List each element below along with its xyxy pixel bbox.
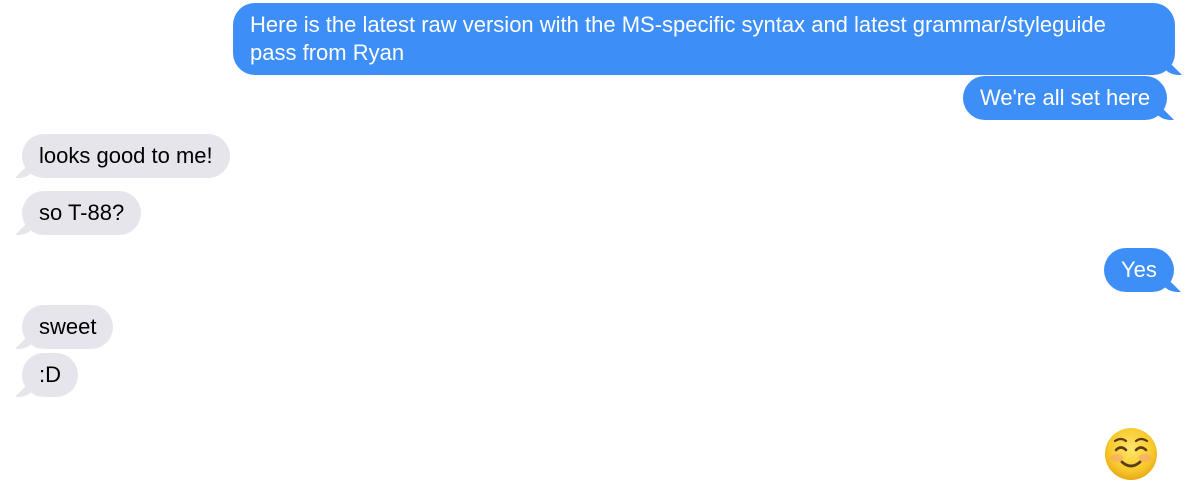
- message-text: Here is the latest raw version with the …: [250, 12, 1106, 65]
- message-thread: Here is the latest raw version with the …: [0, 0, 1200, 494]
- received-message-bubble[interactable]: sweet: [22, 305, 114, 349]
- smiling-face-icon[interactable]: [1104, 427, 1158, 481]
- message-text: sweet: [39, 314, 97, 339]
- sent-message-bubble[interactable]: Here is the latest raw version with the …: [233, 3, 1175, 75]
- sent-message-bubble[interactable]: Yes: [1104, 248, 1174, 292]
- message-text: looks good to me!: [39, 143, 213, 168]
- message-text: We're all set here: [980, 85, 1151, 110]
- message-text: :D: [39, 362, 61, 387]
- sent-message-bubble[interactable]: We're all set here: [963, 76, 1168, 120]
- message-text: so T-88?: [39, 200, 125, 225]
- received-message-bubble[interactable]: :D: [22, 353, 78, 397]
- received-message-bubble[interactable]: looks good to me!: [22, 134, 230, 178]
- message-text: Yes: [1121, 257, 1157, 282]
- received-message-bubble[interactable]: so T-88?: [22, 191, 142, 235]
